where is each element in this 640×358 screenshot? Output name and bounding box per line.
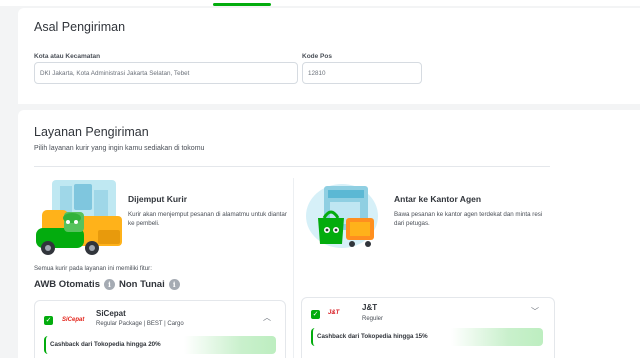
- origin-title: Asal Pengiriman: [34, 20, 126, 34]
- cashback-banner: Cashback dari Tokopedia hingga 20%: [44, 336, 276, 354]
- pickup-option-desc: Kurir akan menjemput pesanan di alamatmu…: [128, 211, 287, 227]
- checkbox-checked-icon[interactable]: ✓: [311, 310, 320, 319]
- jnt-logo: J&T: [328, 310, 340, 316]
- courier-name: SiCepat: [96, 309, 126, 318]
- feature-awb-label: AWB Otomatis: [34, 279, 100, 290]
- cashback-banner: Cashback dari Tokopedia hingga 15%: [311, 328, 543, 346]
- postal-code-label: Kode Pos: [302, 53, 332, 60]
- features-note: Semua kurir pada layanan ini memiliki fi…: [34, 265, 152, 272]
- courier-services: Regular Package | BEST | Cargo: [96, 321, 184, 327]
- dropoff-option-desc: Bawa pesanan ke kantor agen terdekat dan…: [394, 211, 543, 227]
- courier-card-sicepat[interactable]: ✓ SiCepat SiCepat Regular Package | BEST…: [34, 300, 286, 358]
- feature-non-tunai: Non Tunai i: [119, 279, 180, 290]
- column-divider: [293, 178, 294, 358]
- pickup-courier-illustration: [36, 180, 122, 255]
- courier-card-jnt[interactable]: ✓ J&T J&T Reguler ﹀ Cashback dari Tokope…: [301, 297, 555, 358]
- section-divider: [34, 166, 550, 167]
- shipping-service-section: Layanan Pengiriman Pilih layanan kurir y…: [18, 110, 640, 358]
- postal-code-field[interactable]: 12810: [302, 62, 422, 84]
- service-title: Layanan Pengiriman: [34, 125, 149, 139]
- courier-services: Reguler: [362, 316, 384, 322]
- sicepat-logo: SiCepat: [62, 317, 85, 323]
- pickup-option-title: Dijemput Kurir: [128, 194, 188, 204]
- city-label: Kota atau Kecamatan: [34, 53, 101, 60]
- info-icon[interactable]: i: [103, 279, 115, 290]
- info-icon[interactable]: i: [168, 279, 180, 290]
- feature-awb-otomatis: AWB Otomatis i: [34, 279, 115, 290]
- chevron-down-icon[interactable]: ﹀: [531, 306, 539, 317]
- active-tab-indicator: [213, 3, 271, 6]
- city-field[interactable]: DKI Jakarta, Kota Administrasi Jakarta S…: [34, 62, 298, 84]
- service-subtitle: Pilih layanan kurir yang ingin kamu sedi…: [34, 145, 205, 152]
- dropoff-option-title: Antar ke Kantor Agen: [394, 194, 482, 204]
- checkbox-checked-icon[interactable]: ✓: [44, 316, 53, 325]
- origin-section: Asal Pengiriman Kota atau Kecamatan DKI …: [18, 8, 640, 104]
- courier-name: J&T: [362, 303, 378, 312]
- top-tab-bar: [0, 0, 640, 6]
- chevron-up-icon[interactable]: ︿: [263, 312, 271, 323]
- dropoff-agent-illustration: [306, 184, 378, 248]
- feature-non-tunai-label: Non Tunai: [119, 279, 165, 290]
